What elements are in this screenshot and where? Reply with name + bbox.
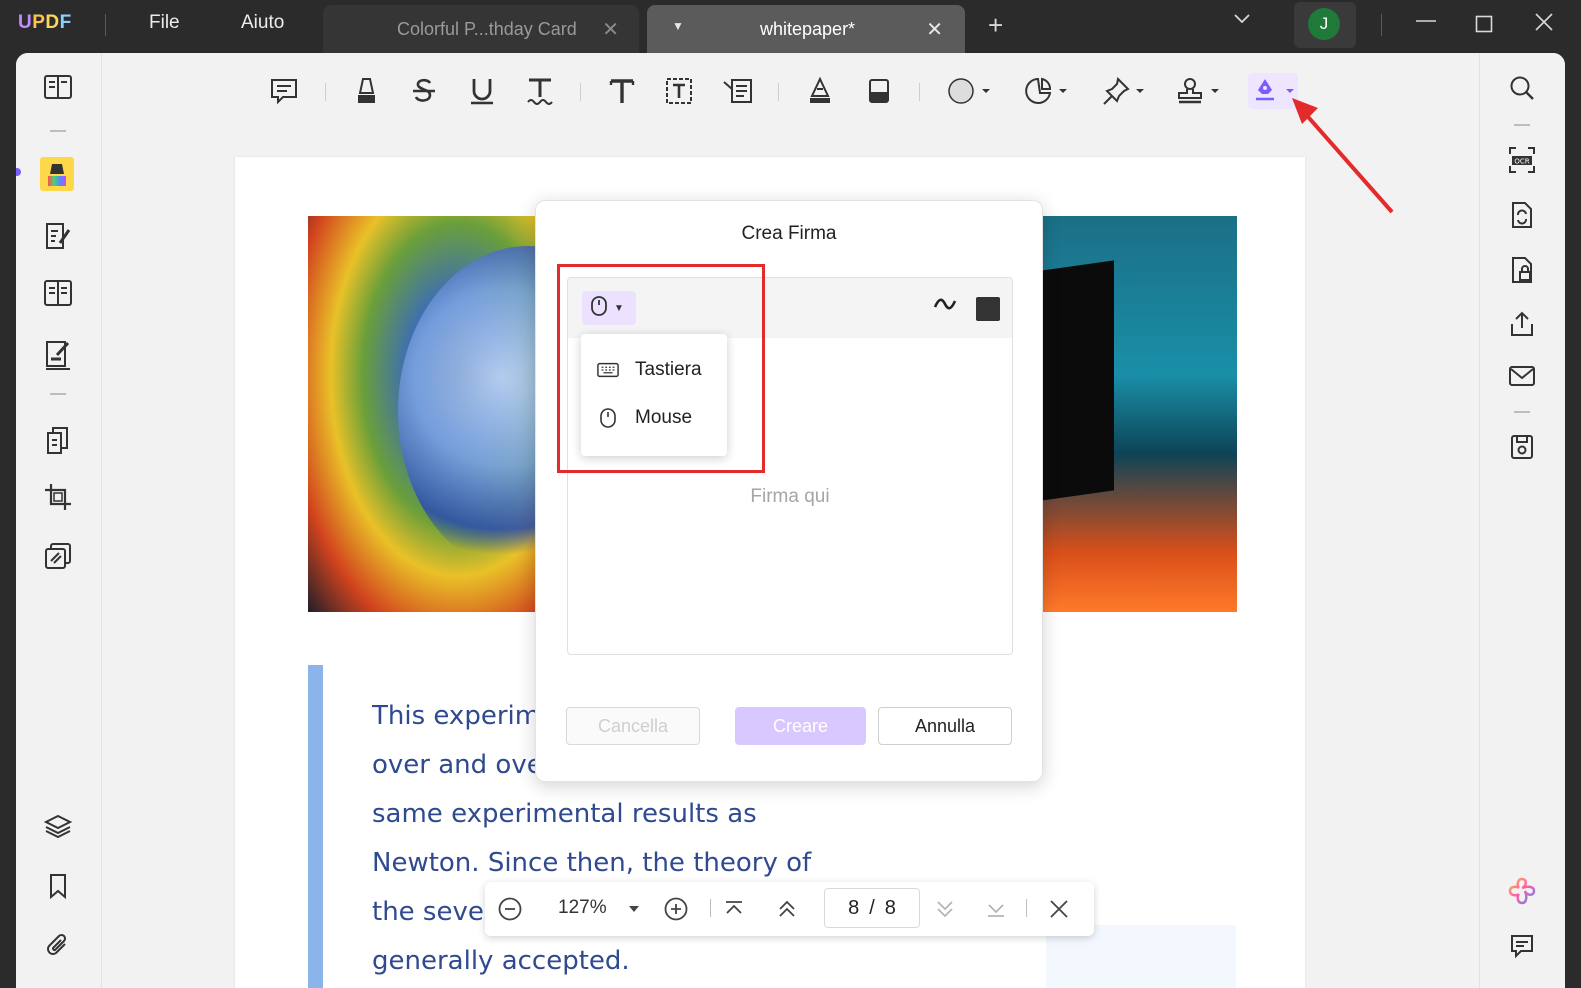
page-separator: /	[869, 896, 875, 919]
pages-icon[interactable]	[41, 423, 75, 457]
text-icon[interactable]	[605, 73, 639, 109]
sticker-tool-button[interactable]	[1022, 73, 1070, 109]
chevron-down-icon[interactable]	[1232, 8, 1252, 34]
tab-title: whitepaper*	[760, 19, 856, 39]
left-sidebar	[16, 53, 102, 988]
close-icon[interactable]	[1046, 896, 1072, 922]
rail-separator	[1514, 411, 1530, 413]
right-sidebar: OCR	[1479, 53, 1565, 988]
signature-placeholder: Firma qui	[750, 486, 830, 507]
layers-icon[interactable]	[41, 809, 75, 843]
annotation-arrow	[1292, 98, 1394, 214]
save-icon[interactable]	[1505, 430, 1539, 464]
text-box-icon[interactable]	[662, 73, 696, 109]
zoom-in-icon[interactable]	[663, 896, 689, 922]
search-icon[interactable]	[1505, 71, 1539, 105]
zoom-out-icon[interactable]	[497, 896, 523, 922]
email-icon[interactable]	[1505, 359, 1539, 393]
toolbar-separator	[778, 83, 779, 101]
dialog-title: Crea Firma	[741, 223, 837, 244]
quote-line: generally accepted.	[372, 946, 630, 976]
stamp-tool-button[interactable]	[1174, 73, 1222, 109]
ink-color-swatch[interactable]	[976, 297, 1000, 321]
bookmark-icon[interactable]	[41, 869, 75, 903]
menu-file[interactable]: File	[149, 12, 180, 34]
maximize-icon[interactable]	[1475, 13, 1493, 39]
nav-separator	[1026, 899, 1027, 917]
close-icon[interactable]: ✕	[926, 17, 943, 42]
image-left-half	[308, 216, 658, 612]
clear-button[interactable]: Cancella	[566, 707, 700, 745]
strikethrough-icon[interactable]	[407, 73, 441, 109]
toolbar-separator	[919, 83, 920, 101]
tab-dropdown-icon[interactable]: ▼	[672, 19, 684, 33]
nav-separator	[710, 899, 711, 917]
comment-icon[interactable]	[267, 73, 301, 109]
last-page-icon[interactable]	[983, 896, 1009, 922]
highlight-icon[interactable]	[350, 73, 384, 109]
rail-separator	[1514, 124, 1530, 126]
comments-panel-icon[interactable]	[1505, 929, 1539, 963]
text-callout-icon[interactable]	[721, 73, 755, 109]
close-window-icon[interactable]	[1534, 12, 1554, 38]
toolbar-separator	[325, 83, 326, 101]
menu-aiuto[interactable]: Aiuto	[241, 12, 284, 34]
squiggly-icon[interactable]	[523, 73, 557, 109]
organize-icon[interactable]	[41, 276, 75, 310]
ai-assistant-icon[interactable]	[1505, 874, 1539, 908]
share-icon[interactable]	[1505, 307, 1539, 341]
edit-pdf-icon[interactable]	[41, 219, 75, 253]
title-bar: UPDF File Aiuto Colorful P...thday Card …	[0, 0, 1581, 53]
quote-bar	[308, 665, 323, 988]
pencil-icon[interactable]	[803, 73, 837, 109]
cancel-button[interactable]: Annulla	[878, 707, 1012, 745]
page-number-field[interactable]: 8 / 8	[824, 888, 920, 928]
toolbar-separator	[580, 83, 581, 101]
rail-separator	[50, 393, 66, 395]
svg-text:OCR: OCR	[1514, 158, 1529, 166]
convert-icon[interactable]	[1505, 198, 1539, 232]
protect-icon[interactable]	[1505, 253, 1539, 287]
previous-page-icon[interactable]	[774, 896, 800, 922]
close-icon[interactable]: ✕	[602, 17, 619, 42]
comment-mode-icon[interactable]	[40, 157, 74, 191]
tab-whitepaper[interactable]: ▼ whitepaper* ✕	[647, 5, 965, 53]
attachment-icon[interactable]	[41, 929, 75, 963]
annotation-toolbar	[102, 53, 1479, 131]
title-separator	[1381, 14, 1382, 36]
account-button[interactable]: J	[1294, 2, 1356, 48]
title-separator	[105, 14, 106, 36]
crop-icon[interactable]	[41, 480, 75, 514]
quote-line: same experimental results as	[372, 799, 757, 829]
rail-separator	[50, 130, 66, 132]
total-pages: 8	[884, 896, 896, 919]
page-navigation-bar: 127% 8 / 8	[485, 882, 1094, 936]
eraser-icon[interactable]	[862, 73, 896, 109]
create-button[interactable]: Creare	[735, 707, 866, 745]
stroke-width-icon[interactable]	[932, 292, 958, 323]
next-page-icon[interactable]	[932, 896, 958, 922]
first-page-icon[interactable]	[721, 896, 747, 922]
updf-logo: UPDF	[18, 12, 72, 33]
image-right-half	[1034, 216, 1237, 612]
minimize-icon[interactable]	[1415, 10, 1437, 36]
active-indicator	[16, 168, 21, 176]
current-page: 8	[848, 896, 860, 919]
avatar: J	[1308, 8, 1340, 40]
zoom-level[interactable]: 127%	[558, 897, 607, 919]
watermark-icon[interactable]	[41, 539, 75, 573]
new-tab-icon[interactable]: +	[988, 10, 1003, 41]
fill-sign-icon[interactable]	[41, 338, 75, 372]
shape-tool-button[interactable]	[945, 73, 993, 109]
zoom-dropdown-icon[interactable]	[621, 896, 647, 922]
highlight-annotation-box	[557, 264, 765, 473]
tab-colorful-card[interactable]: Colorful P...thday Card ✕	[323, 5, 639, 53]
ocr-icon[interactable]: OCR	[1505, 143, 1539, 177]
reader-icon[interactable]	[41, 71, 75, 105]
pin-tool-button[interactable]	[1099, 73, 1147, 109]
tab-title: Colorful P...thday Card	[397, 19, 577, 39]
underline-icon[interactable]	[465, 73, 499, 109]
quote-line: Newton. Since then, the theory of	[372, 848, 812, 878]
